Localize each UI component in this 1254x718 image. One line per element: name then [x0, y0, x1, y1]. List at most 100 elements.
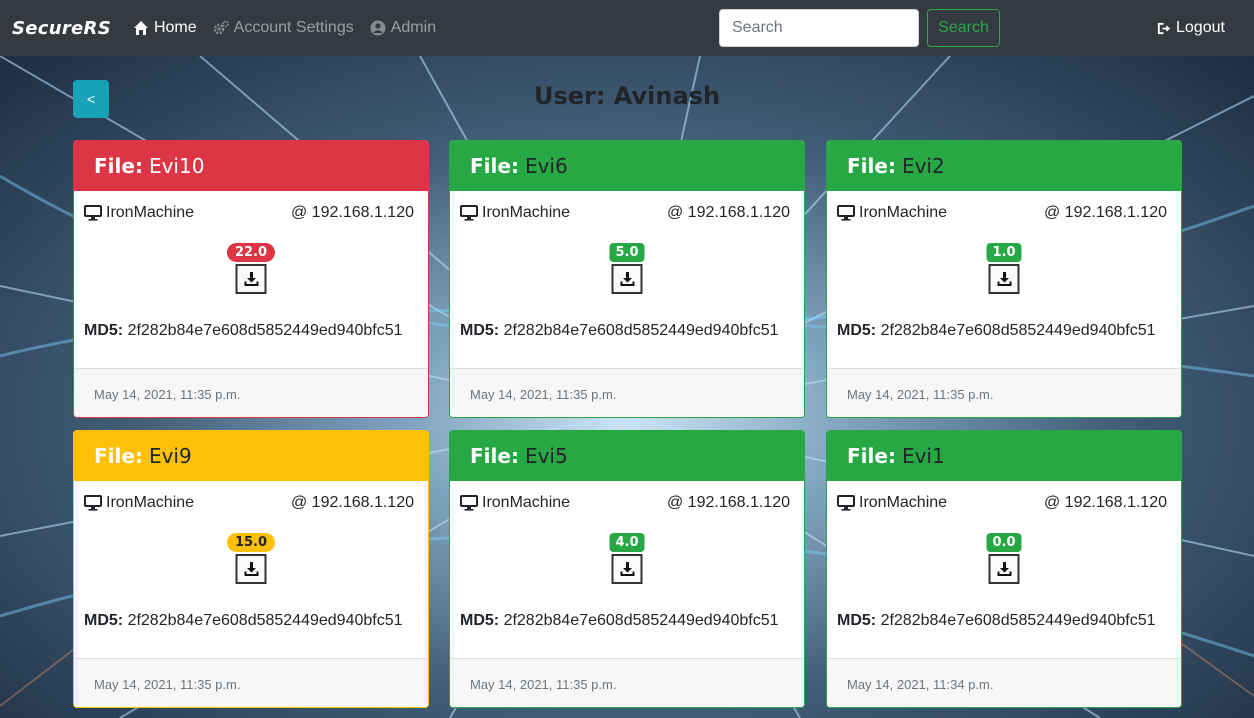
md5-row: MD5: 2f282b84e7e608d5852449ed940bfc51	[460, 322, 779, 340]
sign-out-icon	[1157, 22, 1171, 34]
machine-info: IronMachine	[84, 204, 194, 222]
download-icon	[620, 562, 634, 576]
machine-name: IronMachine	[482, 204, 571, 221]
machine-info: IronMachine	[837, 204, 947, 222]
machine-info: IronMachine	[460, 204, 570, 222]
file-label: File:	[94, 154, 143, 178]
machine-name: IronMachine	[106, 204, 195, 221]
download-icon	[244, 562, 258, 576]
nav-link-account-settings-label: Account Settings	[233, 19, 354, 36]
logout-label: Logout	[1176, 19, 1225, 36]
top-navbar: SecureRS Home Account Settings Admin Sea…	[0, 0, 1254, 56]
md5-value: 2f282b84e7e608d5852449ed940bfc51	[503, 322, 779, 339]
upload-date: May 14, 2021, 11:35 p.m.	[94, 387, 241, 402]
md5-label: MD5:	[84, 322, 128, 339]
evidence-card-evi9: File: Evi9 IronMachine @ 192.168.1.120 1…	[73, 430, 429, 708]
md5-value: 2f282b84e7e608d5852449ed940bfc51	[880, 322, 1156, 339]
file-name[interactable]: Evi5	[525, 444, 568, 468]
machine-row: IronMachine @ 192.168.1.120	[460, 494, 790, 512]
card-footer: May 14, 2021, 11:35 p.m.	[74, 368, 428, 417]
card-footer: May 14, 2021, 11:35 p.m.	[450, 658, 804, 707]
file-name[interactable]: Evi10	[149, 154, 204, 178]
md5-value: 2f282b84e7e608d5852449ed940bfc51	[127, 322, 403, 339]
nav-link-account-settings[interactable]: Account Settings	[213, 19, 354, 37]
score-badge: 5.0	[609, 243, 645, 262]
download-button[interactable]	[611, 554, 643, 584]
machine-info: IronMachine	[837, 494, 947, 512]
nav-link-home-label: Home	[153, 19, 197, 36]
machine-ip: @ 192.168.1.120	[290, 204, 414, 221]
evidence-card-evi5: File: Evi5 IronMachine @ 192.168.1.120 4…	[449, 430, 805, 708]
download-icon	[997, 272, 1011, 286]
evidence-card-evi10: File: Evi10 IronMachine @ 192.168.1.120 …	[73, 140, 429, 418]
machine-row: IronMachine @ 192.168.1.120	[837, 494, 1167, 512]
machine-row: IronMachine @ 192.168.1.120	[84, 204, 414, 222]
nav-link-home[interactable]: Home	[133, 19, 197, 37]
card-footer: May 14, 2021, 11:35 p.m.	[450, 368, 804, 417]
download-icon	[997, 562, 1011, 576]
file-name[interactable]: Evi9	[149, 444, 192, 468]
file-label: File:	[847, 154, 896, 178]
card-footer: May 14, 2021, 11:34 p.m.	[827, 658, 1181, 707]
md5-label: MD5:	[837, 612, 881, 629]
file-label: File:	[847, 444, 896, 468]
upload-date: May 14, 2021, 11:35 p.m.	[94, 677, 241, 692]
file-name[interactable]: Evi1	[902, 444, 945, 468]
download-button[interactable]	[988, 554, 1020, 584]
brand-logo[interactable]: SecureRS	[12, 18, 111, 39]
download-button[interactable]	[988, 264, 1020, 294]
upload-date: May 14, 2021, 11:35 p.m.	[470, 677, 617, 692]
machine-ip: @ 192.168.1.120	[1043, 204, 1167, 221]
md5-label: MD5:	[837, 322, 881, 339]
machine-row: IronMachine @ 192.168.1.120	[84, 494, 414, 512]
desktop-icon	[84, 205, 102, 221]
file-label: File:	[94, 444, 143, 468]
md5-label: MD5:	[460, 612, 504, 629]
md5-value: 2f282b84e7e608d5852449ed940bfc51	[880, 612, 1156, 629]
md5-label: MD5:	[460, 322, 504, 339]
evidence-card-evi1: File: Evi1 IronMachine @ 192.168.1.120 0…	[826, 430, 1182, 708]
file-name[interactable]: Evi6	[525, 154, 568, 178]
md5-label: MD5:	[84, 612, 128, 629]
download-button[interactable]	[235, 264, 267, 294]
card-header: File: Evi9	[74, 431, 428, 481]
download-icon	[244, 272, 258, 286]
machine-name: IronMachine	[859, 204, 948, 221]
md5-value: 2f282b84e7e608d5852449ed940bfc51	[127, 612, 403, 629]
cogs-icon	[213, 20, 229, 35]
machine-name: IronMachine	[482, 494, 571, 511]
score-badge: 1.0	[986, 243, 1022, 262]
logout-link[interactable]: Logout	[1156, 19, 1225, 37]
file-name[interactable]: Evi2	[902, 154, 945, 178]
machine-row: IronMachine @ 192.168.1.120	[837, 204, 1167, 222]
search-form: Search	[719, 9, 1000, 47]
card-header: File: Evi2	[827, 141, 1181, 191]
desktop-icon	[460, 495, 478, 511]
machine-name: IronMachine	[106, 494, 195, 511]
machine-ip: @ 192.168.1.120	[666, 494, 790, 511]
evidence-card-evi2: File: Evi2 IronMachine @ 192.168.1.120 1…	[826, 140, 1182, 418]
download-button[interactable]	[611, 264, 643, 294]
search-button[interactable]: Search	[927, 9, 1000, 47]
card-header: File: Evi1	[827, 431, 1181, 481]
card-footer: May 14, 2021, 11:35 p.m.	[827, 368, 1181, 417]
score-badge: 0.0	[986, 533, 1022, 552]
file-label: File:	[470, 444, 519, 468]
upload-date: May 14, 2021, 11:35 p.m.	[847, 387, 994, 402]
desktop-icon	[460, 205, 478, 221]
download-button[interactable]	[235, 554, 267, 584]
md5-value: 2f282b84e7e608d5852449ed940bfc51	[503, 612, 779, 629]
user-circle-icon	[370, 20, 386, 36]
score-badge: 4.0	[609, 533, 645, 552]
machine-row: IronMachine @ 192.168.1.120	[460, 204, 790, 222]
machine-info: IronMachine	[460, 494, 570, 512]
evidence-card-evi6: File: Evi6 IronMachine @ 192.168.1.120 5…	[449, 140, 805, 418]
md5-row: MD5: 2f282b84e7e608d5852449ed940bfc51	[84, 612, 403, 630]
upload-date: May 14, 2021, 11:34 p.m.	[847, 677, 994, 692]
upload-date: May 14, 2021, 11:35 p.m.	[470, 387, 617, 402]
search-input[interactable]	[719, 9, 919, 47]
desktop-icon	[837, 205, 855, 221]
desktop-icon	[837, 495, 855, 511]
nav-link-admin[interactable]: Admin	[370, 19, 436, 37]
desktop-icon	[84, 495, 102, 511]
